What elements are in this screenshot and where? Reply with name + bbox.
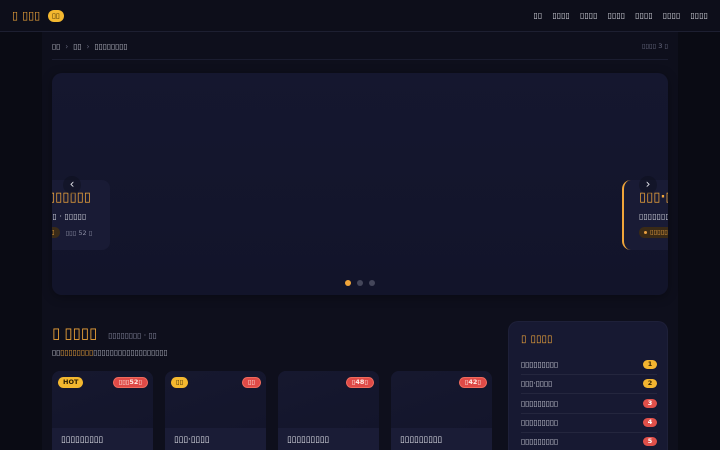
rank-badge: 4 bbox=[643, 418, 657, 428]
ranking-item-label: ▯▯▯▯▯▯▯▯▯ bbox=[521, 418, 559, 428]
dot-icon bbox=[644, 231, 647, 234]
section-title: ▯ ▯▯▯▯ bbox=[52, 324, 97, 342]
nav-item-2[interactable]: ▯▯▯▯ bbox=[552, 11, 570, 20]
nav-item-home[interactable]: ▯▯ bbox=[534, 11, 543, 20]
slide-subtitle: ▯▯▯▯▯▯▯ bbox=[639, 212, 668, 221]
breadcrumb-item-current: ▯▯▯▯▯▯▯▯ bbox=[94, 41, 128, 51]
carousel-dot[interactable] bbox=[345, 280, 351, 286]
ranking-item[interactable]: ▯▯▯▯▯▯▯▯▯ 3 bbox=[521, 394, 657, 414]
rank-badge: 2 bbox=[643, 379, 657, 389]
nav-item-3[interactable]: ▯▯▯▯ bbox=[580, 11, 598, 20]
breadcrumb-item-home[interactable]: ▯▯ bbox=[52, 42, 60, 51]
nav-item-5[interactable]: ▯▯▯▯ bbox=[635, 11, 653, 20]
slide-tag: ▯▯▯▯▯ bbox=[639, 227, 668, 238]
card-info: ▯▯▯▯▯▯▯▯▯ bbox=[391, 428, 492, 450]
carousel-dot[interactable] bbox=[369, 280, 375, 286]
ranking-item[interactable]: ▯▯▯▯▯▯▯▯▯ 5 bbox=[521, 433, 657, 450]
card-info: ▯▯▯▯▯▯▯▯▯ bbox=[278, 428, 379, 450]
card-grid: HOT ▯▯▯52▯ ▯▯▯▯▯▯▯▯▯ ▯▯ ▯▯ ▯▯▯·▯▯▯▯ ▯48▯… bbox=[52, 371, 492, 450]
card-title: ▯▯▯▯▯▯▯▯▯ bbox=[61, 435, 104, 445]
top-header: ▯ ▯▯▯ ▯▯ ▯▯ ▯▯▯▯ ▯▯▯▯ ▯▯▯▯ ▯▯▯▯ ▯▯▯▯ ▯▯▯▯ bbox=[0, 0, 720, 32]
slide-subtitle: ▯▯ · ▯▯▯▯▯ bbox=[52, 212, 87, 221]
chevron-left-icon[interactable]: ‹ bbox=[63, 176, 81, 194]
card-title: ▯▯▯·▯▯▯▯ bbox=[174, 435, 210, 445]
logo-text: ▯▯▯ bbox=[22, 9, 41, 22]
ranking-sidebar: ▯ ▯▯▯▯ ▯▯▯▯▯▯▯▯▯ 1 ▯▯▯·▯▯▯▯ 2 ▯▯▯▯▯▯▯▯▯ 3… bbox=[508, 321, 668, 450]
card-badge: HOT bbox=[58, 377, 84, 388]
content-card[interactable]: ▯48▯ ▯▯▯▯▯▯▯▯▯ bbox=[278, 371, 379, 450]
content-card[interactable]: HOT ▯▯▯52▯ ▯▯▯▯▯▯▯▯▯ bbox=[52, 371, 153, 450]
card-title: ▯▯▯▯▯▯▯▯▯ bbox=[287, 435, 330, 445]
carousel-slide-prev[interactable]: ▯▯▯▯▯▯ ▯▯ · ▯▯▯▯▯ ▯ ▯▯▯ 52 ▯ bbox=[52, 180, 110, 250]
sidebar-title-icon: ▯ bbox=[521, 334, 527, 345]
ranking-list: ▯▯▯▯▯▯▯▯▯ 1 ▯▯▯·▯▯▯▯ 2 ▯▯▯▯▯▯▯▯▯ 3 ▯▯▯▯▯… bbox=[521, 355, 657, 450]
breadcrumb-item-category[interactable]: ▯▯ bbox=[73, 42, 81, 51]
site-logo[interactable]: ▯ ▯▯▯ bbox=[12, 0, 40, 31]
card-info: ▯▯▯▯▯▯▯▯▯ bbox=[52, 428, 153, 450]
sidebar-title-text: ▯▯▯▯ bbox=[530, 334, 553, 345]
sidebar-title: ▯ ▯▯▯▯ bbox=[521, 334, 553, 346]
breadcrumb-separator: › bbox=[65, 41, 69, 51]
card-tag: ▯▯ bbox=[241, 377, 261, 388]
slide-meta-row: ▯ ▯▯▯ 52 ▯ bbox=[52, 227, 92, 238]
description-text: ▯▯▯▯▯▯▯▯▯▯▯▯▯▯▯▯▯▯ bbox=[93, 348, 168, 357]
card-badge: ▯▯ bbox=[171, 377, 189, 388]
card-thumbnail: ▯42▯ bbox=[391, 371, 492, 428]
breadcrumb-meta: ▯▯▯▯ 3 ▯ bbox=[641, 42, 668, 50]
card-tag: ▯48▯ bbox=[345, 377, 374, 388]
nav-item-6[interactable]: ▯▯▯▯ bbox=[663, 11, 681, 20]
breadcrumb: ▯▯ › ▯▯ › ▯▯▯▯▯▯▯▯ bbox=[52, 40, 128, 52]
card-thumbnail: ▯▯ ▯▯ bbox=[165, 371, 266, 428]
card-tag: ▯42▯ bbox=[458, 377, 487, 388]
ranking-item-label: ▯▯▯▯▯▯▯▯▯ bbox=[521, 359, 559, 369]
content-card[interactable]: ▯▯ ▯▯ ▯▯▯·▯▯▯▯ bbox=[165, 371, 266, 450]
content-card[interactable]: ▯42▯ ▯▯▯▯▯▯▯▯▯ bbox=[391, 371, 492, 450]
rank-badge: 1 bbox=[643, 359, 657, 369]
carousel-dot[interactable] bbox=[357, 280, 363, 286]
slide-meta: ▯▯▯ 52 ▯ bbox=[65, 228, 93, 237]
breadcrumb-separator: › bbox=[86, 41, 90, 51]
card-thumbnail: ▯48▯ bbox=[278, 371, 379, 428]
header-badge: ▯▯ bbox=[48, 10, 64, 22]
card-info: ▯▯▯·▯▯▯▯ bbox=[165, 428, 266, 450]
rank-badge: 5 bbox=[643, 437, 657, 446]
section-description: ▯▯▯▯▯▯▯▯▯▯▯▯▯▯▯▯▯▯▯▯▯▯▯▯▯▯▯▯ bbox=[52, 348, 168, 358]
slide-tag: ▯ bbox=[52, 227, 60, 238]
section-subtitle: ▯▯▯▯▯▯▯▯ · ▯▯ bbox=[108, 331, 157, 340]
card-tag: ▯▯▯52▯ bbox=[112, 377, 148, 388]
nav-item-4[interactable]: ▯▯▯▯ bbox=[608, 11, 626, 20]
main-nav: ▯▯ ▯▯▯▯ ▯▯▯▯ ▯▯▯▯ ▯▯▯▯ ▯▯▯▯ ▯▯▯▯ bbox=[534, 0, 708, 31]
description-highlight: ▯▯▯▯▯▯▯▯ bbox=[60, 348, 94, 357]
section-title-text: ▯▯▯▯ bbox=[64, 324, 98, 342]
ranking-item[interactable]: ▯▯▯·▯▯▯▯ 2 bbox=[521, 375, 657, 394]
ranking-item-label: ▯▯▯▯▯▯▯▯▯ bbox=[521, 398, 559, 408]
rank-badge: 3 bbox=[643, 398, 657, 408]
section-title-icon: ▯ bbox=[52, 324, 61, 342]
ranking-item-label: ▯▯▯·▯▯▯▯ bbox=[521, 379, 553, 389]
ranking-item[interactable]: ▯▯▯▯▯▯▯▯▯ 1 bbox=[521, 355, 657, 375]
nav-item-7[interactable]: ▯▯▯▯ bbox=[690, 11, 708, 20]
divider bbox=[52, 59, 668, 60]
section-header: ▯ ▯▯▯▯ ▯▯▯▯▯▯▯▯ · ▯▯ bbox=[52, 324, 157, 342]
card-thumbnail: HOT ▯▯▯52▯ bbox=[52, 371, 153, 428]
ranking-item[interactable]: ▯▯▯▯▯▯▯▯▯ 4 bbox=[521, 414, 657, 433]
ranking-item-label: ▯▯▯▯▯▯▯▯▯ bbox=[521, 437, 559, 446]
logo-icon: ▯ bbox=[12, 9, 19, 22]
chevron-right-icon[interactable]: › bbox=[639, 176, 657, 194]
slide-tag-text: ▯▯▯▯▯ bbox=[650, 228, 668, 236]
slide-title: ▯▯▯▯▯▯ bbox=[52, 190, 91, 205]
hero-carousel: ▯▯▯▯▯▯ ▯▯ · ▯▯▯▯▯ ▯ ▯▯▯ 52 ▯ ▯▯▯·▯ ▯▯▯▯▯… bbox=[52, 73, 668, 295]
card-title: ▯▯▯▯▯▯▯▯▯ bbox=[400, 435, 443, 445]
carousel-dots bbox=[345, 280, 375, 286]
